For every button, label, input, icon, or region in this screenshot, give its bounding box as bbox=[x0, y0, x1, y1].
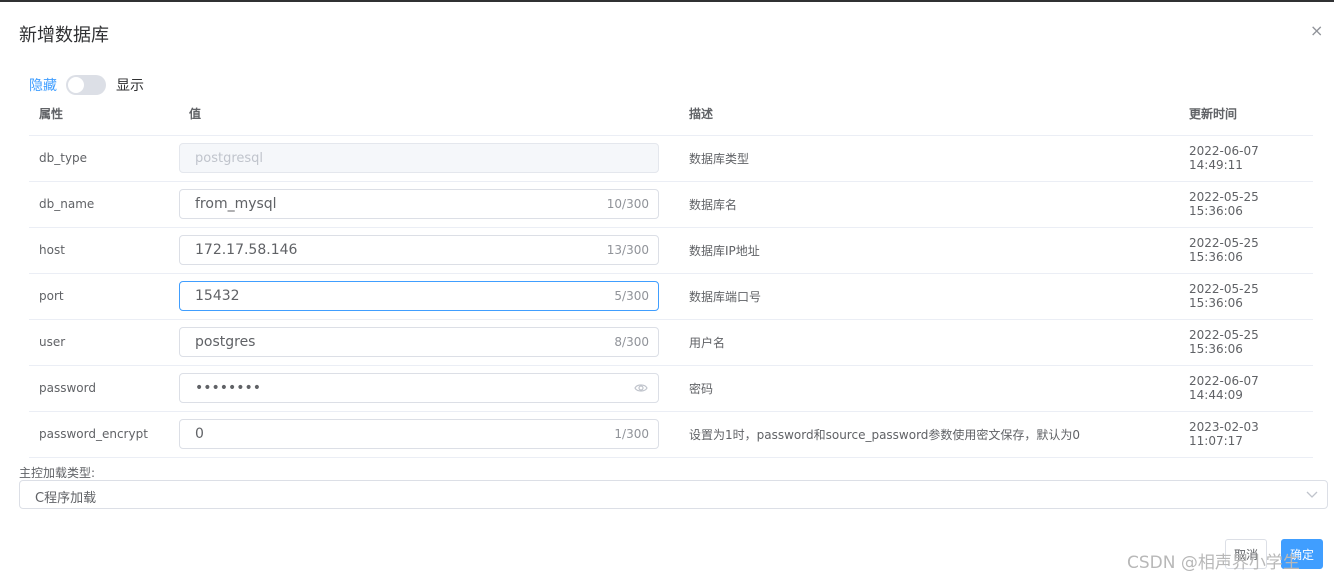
attr-time: 2022-05-25 15:36:06 bbox=[1179, 181, 1313, 228]
char-counter: 8/300 bbox=[614, 335, 649, 349]
watermark: CSDN @相声界小学生 bbox=[1127, 553, 1300, 573]
attr-desc: 数据库名 bbox=[679, 181, 1179, 228]
chevron-down-icon bbox=[1306, 491, 1318, 498]
table-row: db_type 数据库类型 2022-06-07 14:49:11 bbox=[29, 135, 1313, 182]
visibility-toggle[interactable] bbox=[66, 75, 106, 95]
header-desc: 描述 bbox=[679, 93, 1179, 136]
load-type-value: C程序加载 bbox=[35, 491, 97, 506]
host-field[interactable]: 13/300 bbox=[179, 235, 659, 265]
header-attr: 属性 bbox=[29, 93, 179, 136]
attr-name: host bbox=[29, 227, 179, 274]
header-value: 值 bbox=[179, 93, 679, 136]
char-counter: 10/300 bbox=[606, 197, 649, 211]
table-row: host 13/300 数据库IP地址 2022-05-25 15:36:06 bbox=[29, 227, 1313, 274]
attr-name: port bbox=[29, 273, 179, 320]
attributes-table: 属性 值 描述 更新时间 db_type 数据库类型 2022-06-07 14… bbox=[29, 93, 1313, 458]
password-encrypt-field[interactable]: 1/300 bbox=[179, 419, 659, 449]
db-type-input bbox=[180, 144, 658, 172]
password-field[interactable] bbox=[179, 373, 659, 403]
port-field[interactable]: 5/300 bbox=[179, 281, 659, 311]
attr-desc: 设置为1时，password和source_password参数使用密文保存，默… bbox=[679, 411, 1179, 458]
switch-label-show[interactable]: 显示 bbox=[116, 75, 144, 95]
attr-name: user bbox=[29, 319, 179, 366]
load-type-label: 主控加载类型: bbox=[19, 466, 96, 480]
visibility-switch-row: 隐藏 显示 bbox=[29, 75, 144, 95]
attr-time: 2022-06-07 14:44:09 bbox=[1179, 365, 1313, 412]
eye-icon[interactable] bbox=[634, 382, 648, 394]
db-name-field[interactable]: 10/300 bbox=[179, 189, 659, 219]
table-row: password 密码 2022-06-07 14:44:09 bbox=[29, 365, 1313, 412]
attr-name: password_encrypt bbox=[29, 411, 179, 458]
value-cell: 10/300 bbox=[179, 181, 679, 228]
table-row: user 8/300 用户名 2022-05-25 15:36:06 bbox=[29, 319, 1313, 366]
char-counter: 13/300 bbox=[606, 243, 649, 257]
db-type-field bbox=[179, 143, 659, 173]
password-encrypt-input[interactable] bbox=[180, 420, 658, 448]
table-row: password_encrypt 1/300 设置为1时，password和so… bbox=[29, 411, 1313, 458]
password-input[interactable] bbox=[180, 374, 658, 402]
user-input[interactable] bbox=[180, 328, 658, 356]
attr-time: 2022-05-25 15:36:06 bbox=[1179, 319, 1313, 366]
top-border bbox=[0, 0, 1334, 2]
char-counter: 5/300 bbox=[614, 289, 649, 303]
attr-desc: 用户名 bbox=[679, 319, 1179, 366]
attr-name: db_type bbox=[29, 135, 179, 182]
load-type-select[interactable]: C程序加载 bbox=[19, 480, 1328, 509]
value-cell: 5/300 bbox=[179, 273, 679, 320]
switch-label-hide[interactable]: 隐藏 bbox=[29, 75, 57, 95]
value-cell: 8/300 bbox=[179, 319, 679, 366]
char-counter: 1/300 bbox=[614, 427, 649, 441]
attr-time: 2022-06-07 14:49:11 bbox=[1179, 135, 1313, 182]
table-row: port 5/300 数据库端口号 2022-05-25 15:36:06 bbox=[29, 273, 1313, 320]
table-header-row: 属性 值 描述 更新时间 bbox=[29, 93, 1313, 136]
attr-time: 2023-02-03 11:07:17 bbox=[1179, 411, 1313, 458]
table-row: db_name 10/300 数据库名 2022-05-25 15:36:06 bbox=[29, 181, 1313, 228]
attr-time: 2022-05-25 15:36:06 bbox=[1179, 273, 1313, 320]
header-time: 更新时间 bbox=[1179, 93, 1313, 136]
value-cell: 13/300 bbox=[179, 227, 679, 274]
toggle-knob bbox=[68, 77, 84, 93]
attr-name: password bbox=[29, 365, 179, 412]
attr-time: 2022-05-25 15:36:06 bbox=[1179, 227, 1313, 274]
dialog-title: 新增数据库 bbox=[19, 25, 109, 46]
close-icon[interactable]: × bbox=[1310, 22, 1323, 40]
attr-desc: 密码 bbox=[679, 365, 1179, 412]
attr-desc: 数据库端口号 bbox=[679, 273, 1179, 320]
attr-desc: 数据库IP地址 bbox=[679, 227, 1179, 274]
user-field[interactable]: 8/300 bbox=[179, 327, 659, 357]
attr-name: db_name bbox=[29, 181, 179, 228]
host-input[interactable] bbox=[180, 236, 658, 264]
value-cell: 1/300 bbox=[179, 411, 679, 458]
value-cell bbox=[179, 365, 679, 412]
value-cell bbox=[179, 135, 679, 182]
port-input[interactable] bbox=[180, 282, 658, 310]
db-name-input[interactable] bbox=[180, 190, 658, 218]
attr-desc: 数据库类型 bbox=[679, 135, 1179, 182]
